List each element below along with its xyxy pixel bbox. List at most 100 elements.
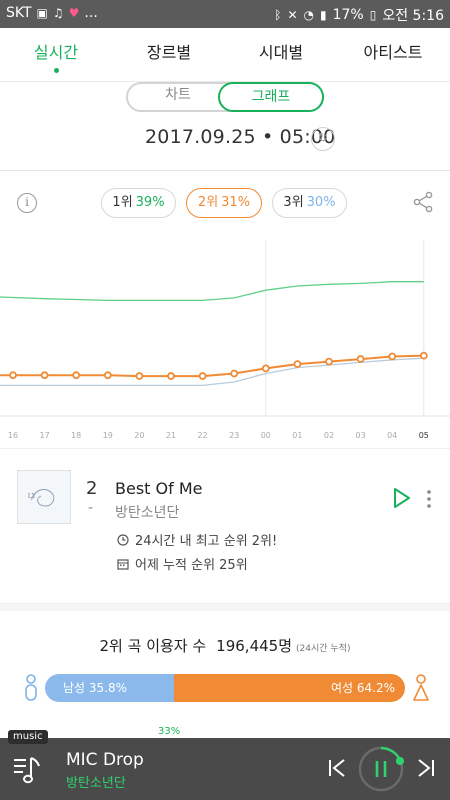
playlist-icon[interactable] (12, 752, 44, 788)
rank-2-point (325, 357, 333, 366)
calendar-icon (117, 558, 129, 570)
status-bar: SKT ▣ ♫ ♥ ... ᛒ ✕ ◔ ▮ 17% ▯ 오전 5:16 (0, 0, 450, 28)
rank-2-point (9, 371, 17, 380)
x-tick-label: 22 (198, 431, 208, 440)
listener-count-line: 2위 곡 이용자 수 196,445명 (24시간 누적) (0, 635, 450, 656)
x-tick-label: 18 (71, 431, 81, 440)
svg-text:LY: LY (28, 492, 37, 500)
now-playing-artist[interactable]: 방탄소년단 (66, 772, 126, 791)
rank-2-point (167, 372, 175, 380)
x-tick-label: 23 (229, 431, 239, 440)
section-divider (0, 603, 450, 611)
signal-icon: ▮ (320, 8, 327, 22)
cumulative-rank-text: 어제 누적 순위 25위 (135, 558, 248, 573)
best-rank-line: 24시간 내 최고 순위 2위! (117, 530, 277, 549)
chart-view-button[interactable]: 차트 (128, 82, 228, 112)
x-tick-label: 17 (40, 431, 50, 440)
music-note-icon: ♫ (52, 6, 64, 20)
female-icon (413, 674, 429, 701)
rank-2-point (103, 371, 112, 380)
pause-button[interactable] (356, 744, 406, 794)
x-tick-label: 04 (387, 431, 397, 440)
carrier-label: SKT (6, 5, 32, 21)
now-playing-title[interactable]: MIC Drop (66, 750, 144, 770)
x-tick-label: 20 (134, 431, 144, 440)
listener-count-value: 196,445명 (216, 637, 293, 655)
more-options-icon[interactable] (424, 488, 434, 510)
rank-2-point (40, 371, 49, 380)
tab-era[interactable]: 시대별 (225, 28, 337, 82)
chart-datetime: 2017.09.25 • 05:00 (145, 126, 336, 148)
listener-count-label: 2위 곡 이용자 수 (99, 637, 207, 655)
battery-percent: 17% (332, 7, 364, 23)
song-rank: 2 (86, 478, 98, 499)
graph-view-button[interactable]: 그래프 (218, 82, 324, 112)
female-share: 여성 64.2% (173, 674, 405, 702)
rank-2-point (419, 351, 428, 360)
rank-1-series-line (0, 281, 424, 302)
heart-icon: ♥ (68, 6, 80, 20)
male-icon (25, 674, 37, 701)
rank-pill-percent: 39% (135, 195, 165, 210)
rank-2-point (356, 355, 365, 363)
x-tick-label: 00 (261, 431, 271, 440)
x-tick-label: 03 (356, 431, 366, 440)
rank-change: - (88, 500, 94, 516)
battery-icon: ▯ (369, 8, 377, 22)
song-artist[interactable]: 방탄소년단 (115, 502, 179, 522)
rank-2-point (261, 364, 270, 373)
rank-2-point (72, 371, 81, 380)
gallery-icon: ▣ (36, 6, 48, 20)
next-track-icon[interactable] (416, 757, 436, 779)
wifi-icon: ◔ (303, 8, 314, 22)
rank-pill-label: 1위 (112, 195, 133, 210)
rank-2-point (388, 352, 397, 361)
play-icon[interactable] (392, 487, 412, 509)
bluetooth-icon: ᛒ (274, 8, 282, 22)
category-tabs: 실시간 장르별 시대별 아티스트 (0, 28, 450, 82)
age-chart-peek-label: 33% (158, 726, 181, 737)
divider (0, 448, 450, 449)
cumulative-rank-line: 어제 누적 순위 25위 (117, 554, 248, 573)
rank-2-point (293, 360, 302, 369)
album-art[interactable]: LY (17, 470, 71, 524)
x-tick-label: 19 (103, 431, 113, 440)
rank-pill-label: 3위 (283, 195, 304, 210)
previous-track-icon[interactable] (327, 757, 347, 779)
info-icon[interactable]: i (17, 193, 37, 213)
rank-pill-percent: 31% (221, 195, 251, 210)
x-tick-label: 16 (8, 431, 18, 440)
rank-pill-percent: 30% (306, 195, 336, 210)
x-tick-label: 21 (166, 431, 176, 440)
x-tick-label: 01 (292, 431, 302, 440)
rank-2-point (135, 372, 144, 380)
rank-pill-3[interactable]: 3위 30% (272, 188, 347, 218)
rank-pill-label: 2위 (197, 195, 219, 210)
more-notifications: ... (84, 5, 98, 21)
rank-share-line-chart: 16 17 18 19 20 21 22 23 00 01 02 03 04 05 (0, 240, 450, 440)
rank-2-point (198, 372, 207, 380)
x-tick-label: 02 (324, 431, 334, 440)
active-tab-indicator (54, 68, 59, 73)
clock-icon (117, 533, 129, 546)
tab-artist[interactable]: 아티스트 (337, 28, 449, 82)
refresh-icon: ↻ (317, 131, 329, 146)
gender-ratio-bar: 남성 35.8% 여성 64.2% (45, 674, 405, 702)
best-rank-text: 24시간 내 최고 순위 2위! (135, 534, 278, 549)
divider (0, 170, 450, 171)
refresh-button[interactable]: ↻ (311, 127, 335, 151)
clock: 오전 5:16 (382, 8, 444, 24)
rank-pill-1[interactable]: 1위 39% (101, 188, 176, 218)
song-title[interactable]: Best Of Me (115, 479, 202, 498)
listener-count-note: (24시간 누적) (296, 644, 351, 654)
rank-2-point (230, 369, 239, 378)
rank-pill-2[interactable]: 2위 31% (186, 188, 262, 218)
tab-realtime[interactable]: 실시간 (0, 28, 112, 82)
male-share: 남성 35.8% (45, 674, 174, 702)
x-tick-label: 05 (419, 431, 429, 440)
music-tag: music (8, 730, 48, 744)
share-icon[interactable] (412, 191, 434, 213)
tab-genre[interactable]: 장르별 (113, 28, 225, 82)
mute-icon: ✕ (287, 8, 298, 22)
view-toggle: 차트 그래프 (126, 82, 324, 112)
